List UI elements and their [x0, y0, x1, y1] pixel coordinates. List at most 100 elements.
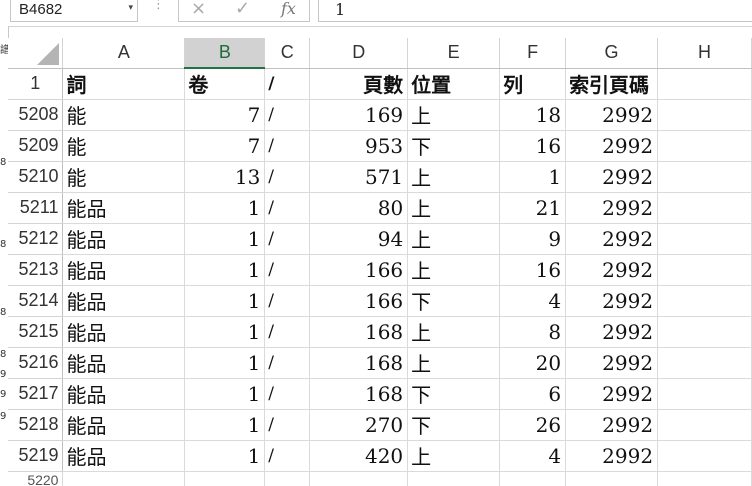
row-header-1[interactable]: 1 — [8, 68, 64, 100]
cell-volume[interactable]: 1 — [184, 192, 266, 224]
column-header-c[interactable]: C — [264, 38, 311, 69]
row-header[interactable]: 5214 — [8, 285, 64, 317]
row-header[interactable]: 5209 — [8, 130, 64, 162]
cell-slash[interactable]: / — [264, 285, 311, 317]
cell-column[interactable]: 21 — [499, 192, 567, 224]
cell-pages[interactable]: 169 — [309, 99, 409, 131]
table-cell[interactable] — [309, 471, 409, 486]
cell-volume[interactable]: 7 — [184, 130, 266, 162]
cell-index-page[interactable]: 2992 — [565, 192, 659, 224]
cell-position[interactable]: 上 — [407, 223, 501, 255]
cell-word[interactable]: 能 — [62, 130, 186, 162]
cell-pages[interactable]: 168 — [309, 316, 409, 348]
row-header[interactable]: 5212 — [8, 223, 64, 255]
cancel-icon[interactable]: × — [191, 0, 206, 19]
insert-function-icon[interactable]: fx — [281, 0, 296, 18]
cell-position[interactable]: 上 — [407, 347, 501, 379]
cell-index-page[interactable]: 2992 — [565, 130, 659, 162]
cell-column[interactable]: 6 — [499, 378, 567, 410]
cell-volume[interactable]: 1 — [184, 254, 266, 286]
cell-slash[interactable]: / — [264, 378, 311, 410]
cell-word[interactable]: 能品 — [62, 440, 186, 472]
column-header-d[interactable]: D — [309, 38, 409, 69]
cell-slash[interactable]: / — [264, 130, 311, 162]
header-cell-position[interactable]: 位置 — [407, 68, 501, 100]
table-cell[interactable] — [264, 471, 311, 486]
row-header[interactable]: 5213 — [8, 254, 64, 286]
enter-icon[interactable]: ✓ — [235, 0, 250, 19]
cell-pages[interactable]: 168 — [309, 378, 409, 410]
cell-slash[interactable]: / — [264, 316, 311, 348]
table-cell[interactable] — [657, 316, 752, 348]
worksheet-grid[interactable]: A B C D E F G H 1 詞 卷 / 頁數 位置 列 索引頁碼 520… — [8, 38, 752, 486]
table-cell[interactable] — [657, 285, 752, 317]
cell-position[interactable]: 下 — [407, 409, 501, 441]
cell-position[interactable]: 上 — [407, 316, 501, 348]
row-header-partial[interactable]: 5220 — [8, 471, 64, 486]
table-cell[interactable] — [657, 254, 752, 286]
cell-volume[interactable]: 1 — [184, 316, 266, 348]
cell-column[interactable]: 1 — [499, 161, 567, 193]
cell-index-page[interactable]: 2992 — [565, 409, 659, 441]
name-box-dropdown-icon[interactable]: ▾ — [128, 3, 133, 13]
cell-column[interactable]: 4 — [499, 440, 567, 472]
table-cell[interactable] — [657, 223, 752, 255]
cell-slash[interactable]: / — [264, 440, 311, 472]
formula-input[interactable]: 1 — [318, 0, 752, 22]
cell-index-page[interactable]: 2992 — [565, 223, 659, 255]
cell-position[interactable]: 上 — [407, 161, 501, 193]
cell-slash[interactable]: / — [264, 192, 311, 224]
header-cell-column[interactable]: 列 — [499, 68, 567, 100]
cell-volume[interactable]: 1 — [184, 223, 266, 255]
cell-position[interactable]: 下 — [407, 378, 501, 410]
cell-index-page[interactable]: 2992 — [565, 254, 659, 286]
cell-index-page[interactable]: 2992 — [565, 440, 659, 472]
table-cell[interactable] — [657, 409, 752, 441]
cell-pages[interactable]: 168 — [309, 347, 409, 379]
table-cell[interactable] — [62, 471, 186, 486]
cell-word[interactable]: 能 — [62, 99, 186, 131]
table-cell[interactable] — [657, 347, 752, 379]
cell-column[interactable]: 16 — [499, 130, 567, 162]
table-cell[interactable] — [565, 471, 659, 486]
select-all-corner[interactable] — [8, 38, 64, 69]
column-header-g[interactable]: G — [565, 38, 659, 69]
cell-volume[interactable]: 1 — [184, 409, 266, 441]
row-header[interactable]: 5210 — [8, 161, 64, 193]
cell-pages[interactable]: 953 — [309, 130, 409, 162]
cell-index-page[interactable]: 2992 — [565, 285, 659, 317]
cell-word[interactable]: 能品 — [62, 223, 186, 255]
cell-index-page[interactable]: 2992 — [565, 99, 659, 131]
cell-slash[interactable]: / — [264, 409, 311, 441]
cell-word[interactable]: 能品 — [62, 378, 186, 410]
header-cell-slash[interactable]: / — [264, 68, 311, 100]
cell-position[interactable]: 上 — [407, 254, 501, 286]
name-box[interactable]: B4682 ▾ — [10, 0, 138, 22]
cell-word[interactable]: 能品 — [62, 285, 186, 317]
header-cell-pages[interactable]: 頁數 — [309, 68, 409, 100]
cell-volume[interactable]: 1 — [184, 347, 266, 379]
formula-bar-grip-icon[interactable]: ⋮ — [152, 0, 165, 11]
cell-word[interactable]: 能品 — [62, 192, 186, 224]
cell-pages[interactable]: 420 — [309, 440, 409, 472]
cell-index-page[interactable]: 2992 — [565, 161, 659, 193]
cell-column[interactable]: 18 — [499, 99, 567, 131]
column-header-f[interactable]: F — [499, 38, 567, 69]
cell-position[interactable]: 上 — [407, 192, 501, 224]
cell-position[interactable]: 上 — [407, 99, 501, 131]
table-cell[interactable] — [657, 440, 752, 472]
cell-pages[interactable]: 94 — [309, 223, 409, 255]
header-cell-volume[interactable]: 卷 — [184, 68, 266, 100]
table-cell[interactable] — [657, 471, 752, 486]
cell-index-page[interactable]: 2992 — [565, 378, 659, 410]
cell-slash[interactable]: / — [264, 223, 311, 255]
cell-pages[interactable]: 270 — [309, 409, 409, 441]
column-header-b[interactable]: B — [184, 38, 266, 69]
row-header[interactable]: 5217 — [8, 378, 64, 410]
cell-column[interactable]: 8 — [499, 316, 567, 348]
table-cell[interactable] — [657, 378, 752, 410]
cell-volume[interactable]: 7 — [184, 99, 266, 131]
cell-word[interactable]: 能品 — [62, 254, 186, 286]
cell-column[interactable]: 26 — [499, 409, 567, 441]
row-header[interactable]: 5216 — [8, 347, 64, 379]
